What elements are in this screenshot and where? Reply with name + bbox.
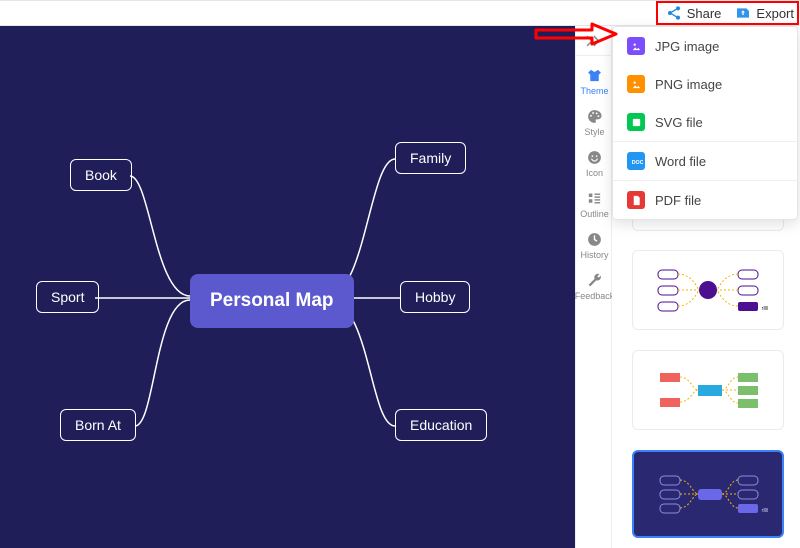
rail-label-icon: Icon [586, 168, 603, 178]
outline-icon [586, 190, 603, 207]
svg-text:≔: ≔ [761, 303, 768, 313]
rail-item-icon[interactable]: Icon [576, 142, 613, 183]
rail-label-theme: Theme [580, 86, 608, 96]
export-icon [735, 5, 751, 21]
export-item-label: PDF file [655, 193, 701, 208]
export-item-label: Word file [655, 154, 706, 169]
side-rail: Theme Style Icon Outline History Feedbac… [575, 26, 612, 548]
clock-icon [586, 231, 603, 248]
node-education[interactable]: Education [395, 409, 487, 441]
node-family[interactable]: Family [395, 142, 466, 174]
shirt-icon [586, 67, 603, 84]
export-item-png[interactable]: PNG image [613, 65, 797, 103]
rail-item-feedback[interactable]: Feedback [576, 265, 613, 306]
export-item-label: PNG image [655, 77, 722, 92]
theme-thumbnail-icon [648, 360, 768, 420]
export-button[interactable]: Export [735, 5, 794, 21]
palette-icon [586, 108, 603, 125]
wrench-icon [586, 272, 603, 289]
export-item-label: SVG file [655, 115, 703, 130]
export-menu: JPG image PNG image SVG file DOC Word fi… [612, 26, 798, 220]
rail-label-feedback: Feedback [575, 291, 615, 301]
center-node[interactable]: Personal Map [190, 274, 354, 328]
word-file-icon: DOC [627, 152, 645, 170]
export-item-jpg[interactable]: JPG image [613, 27, 797, 65]
mindmap-canvas[interactable]: Personal Map Book Family Sport Hobby Bor… [0, 26, 575, 548]
node-sport[interactable]: Sport [36, 281, 99, 313]
node-hobby[interactable]: Hobby [400, 281, 470, 313]
theme-preview-2[interactable]: ≔ [632, 250, 784, 330]
theme-preview-4[interactable]: ≔ [632, 450, 784, 538]
export-item-svg[interactable]: SVG file [613, 103, 797, 141]
rail-label-outline: Outline [580, 209, 609, 219]
rail-item-history[interactable]: History [576, 224, 613, 265]
chevron-double-right-icon [586, 34, 604, 48]
smile-icon [586, 149, 603, 166]
collapse-panel-button[interactable] [576, 26, 613, 56]
jpg-file-icon [627, 37, 645, 55]
node-born-at[interactable]: Born At [60, 409, 136, 441]
share-button[interactable]: Share [666, 5, 722, 21]
top-bar: Share Export [0, 0, 800, 26]
rail-item-outline[interactable]: Outline [576, 183, 613, 224]
rail-item-style[interactable]: Style [576, 101, 613, 142]
theme-thumbnail-icon: ≔ [648, 260, 768, 320]
theme-preview-3[interactable] [632, 350, 784, 430]
rail-label-history: History [580, 250, 608, 260]
theme-thumbnail-icon: ≔ [648, 464, 768, 524]
node-book[interactable]: Book [70, 159, 132, 191]
export-label: Export [756, 6, 794, 21]
png-file-icon [627, 75, 645, 93]
svg-file-icon [627, 113, 645, 131]
share-icon [666, 5, 682, 21]
export-item-pdf[interactable]: PDF file [613, 181, 797, 219]
rail-item-theme[interactable]: Theme [576, 60, 613, 101]
share-label: Share [687, 6, 722, 21]
svg-text:≔: ≔ [761, 505, 768, 515]
pdf-file-icon [627, 191, 645, 209]
export-item-label: JPG image [655, 39, 719, 54]
svg-text:DOC: DOC [631, 160, 642, 166]
export-item-word[interactable]: DOC Word file [613, 142, 797, 180]
rail-label-style: Style [584, 127, 604, 137]
